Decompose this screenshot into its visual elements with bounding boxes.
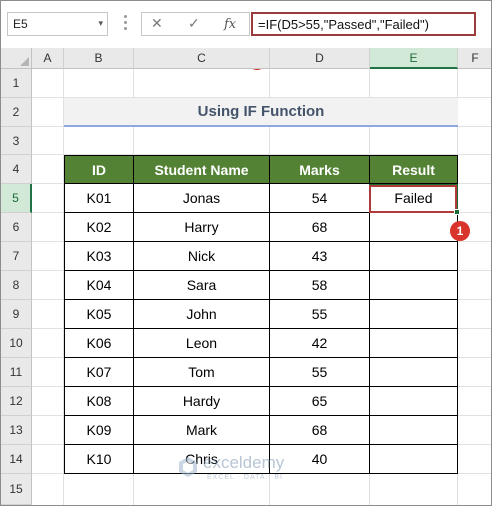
cell-result[interactable] [370, 300, 458, 329]
row-header-13[interactable]: 13 [1, 416, 32, 445]
cell-name[interactable]: Jonas [134, 184, 270, 213]
cell-id[interactable]: K02 [64, 213, 134, 242]
row-header-6[interactable]: 6 [1, 213, 32, 242]
cell-result[interactable] [370, 271, 458, 300]
column-header-e[interactable]: E [370, 48, 458, 69]
row-header-12[interactable]: 12 [1, 387, 32, 416]
cell-id[interactable]: K06 [64, 329, 134, 358]
cell-marks[interactable]: 42 [270, 329, 370, 358]
cancel-icon[interactable]: ✕ [151, 15, 163, 32]
header-id[interactable]: ID [64, 155, 134, 184]
cell-result[interactable] [370, 445, 458, 474]
name-box[interactable]: E5 ▾ [7, 12, 108, 36]
cell-id[interactable]: K01 [64, 184, 134, 213]
drag-handle-icon[interactable] [124, 15, 127, 33]
cell-name[interactable]: John [134, 300, 270, 329]
cell-id[interactable]: K05 [64, 300, 134, 329]
row-header-3[interactable]: 3 [1, 127, 32, 155]
cell-result[interactable] [370, 213, 458, 242]
row-header-5[interactable]: 5 [1, 184, 32, 213]
fill-handle[interactable] [454, 209, 460, 215]
row-header-1[interactable]: 1 [1, 69, 32, 98]
cell-name[interactable]: Sara [134, 271, 270, 300]
cell-id[interactable]: K03 [64, 242, 134, 271]
exceldemy-logo-icon [179, 457, 197, 477]
cell-marks[interactable]: 55 [270, 358, 370, 387]
row-header-2[interactable]: 2 [1, 98, 32, 127]
excel-window: E5 ▾ ✕ ✓ fx =IF(D5>55,"Passed","Failed")… [0, 0, 492, 506]
check-icon[interactable]: ✓ [188, 15, 200, 32]
cell-marks[interactable]: 58 [270, 271, 370, 300]
cell-name[interactable]: Mark [134, 416, 270, 445]
cell-id[interactable]: K10 [64, 445, 134, 474]
cell-marks[interactable]: 43 [270, 242, 370, 271]
column-header-a[interactable]: A [32, 48, 64, 69]
column-header-b[interactable]: B [64, 48, 134, 69]
cell-id[interactable]: K08 [64, 387, 134, 416]
highlight-box [369, 185, 457, 213]
name-box-value: E5 [13, 17, 28, 31]
row-header-14[interactable]: 14 [1, 445, 32, 474]
cell-name[interactable]: Nick [134, 242, 270, 271]
cell-name[interactable]: Hardy [134, 387, 270, 416]
cell-result[interactable] [370, 387, 458, 416]
cell-result[interactable] [370, 242, 458, 271]
cell-name[interactable]: Harry [134, 213, 270, 242]
cell-marks[interactable]: 65 [270, 387, 370, 416]
row-header-8[interactable]: 8 [1, 271, 32, 300]
cell-result[interactable] [370, 416, 458, 445]
row-header-15[interactable]: 15 [1, 474, 32, 505]
cell-marks[interactable]: 68 [270, 213, 370, 242]
chevron-down-icon[interactable]: ▾ [98, 18, 103, 29]
row-header-7[interactable]: 7 [1, 242, 32, 271]
column-header-d[interactable]: D [270, 48, 370, 69]
cell-marks[interactable]: 54 [270, 184, 370, 213]
column-header-f[interactable]: F [458, 48, 491, 69]
watermark-brand: exceldemy [203, 453, 285, 472]
sheet-title: Using IF Function [64, 98, 458, 127]
cell-result[interactable] [370, 358, 458, 387]
select-all-corner[interactable] [1, 48, 32, 69]
row-header-11[interactable]: 11 [1, 358, 32, 387]
row-header-10[interactable]: 10 [1, 329, 32, 358]
cell-result[interactable] [370, 329, 458, 358]
watermark: exceldemy EXCEL · DATA · BI [177, 453, 327, 493]
formula-input[interactable]: =IF(D5>55,"Passed","Failed") [251, 12, 476, 36]
cell-id[interactable]: K09 [64, 416, 134, 445]
row-header-9[interactable]: 9 [1, 300, 32, 329]
formula-bar: E5 ▾ ✕ ✓ fx =IF(D5>55,"Passed","Failed") [1, 1, 491, 47]
formula-buttons: ✕ ✓ fx [141, 12, 250, 36]
header-student-name[interactable]: Student Name [134, 155, 270, 184]
header-result[interactable]: Result [370, 155, 458, 184]
callout-badge-1: 1 [450, 221, 470, 241]
watermark-tagline: EXCEL · DATA · BI [207, 474, 283, 481]
cell-marks[interactable]: 55 [270, 300, 370, 329]
cell-name[interactable]: Tom [134, 358, 270, 387]
row-header-4[interactable]: 4 [1, 155, 32, 184]
cell-id[interactable]: K04 [64, 271, 134, 300]
insert-function-icon[interactable]: fx [224, 17, 236, 32]
cell-name[interactable]: Leon [134, 329, 270, 358]
header-marks[interactable]: Marks [270, 155, 370, 184]
column-header-c[interactable]: C [134, 48, 270, 69]
cell-marks[interactable]: 68 [270, 416, 370, 445]
cell-id[interactable]: K07 [64, 358, 134, 387]
